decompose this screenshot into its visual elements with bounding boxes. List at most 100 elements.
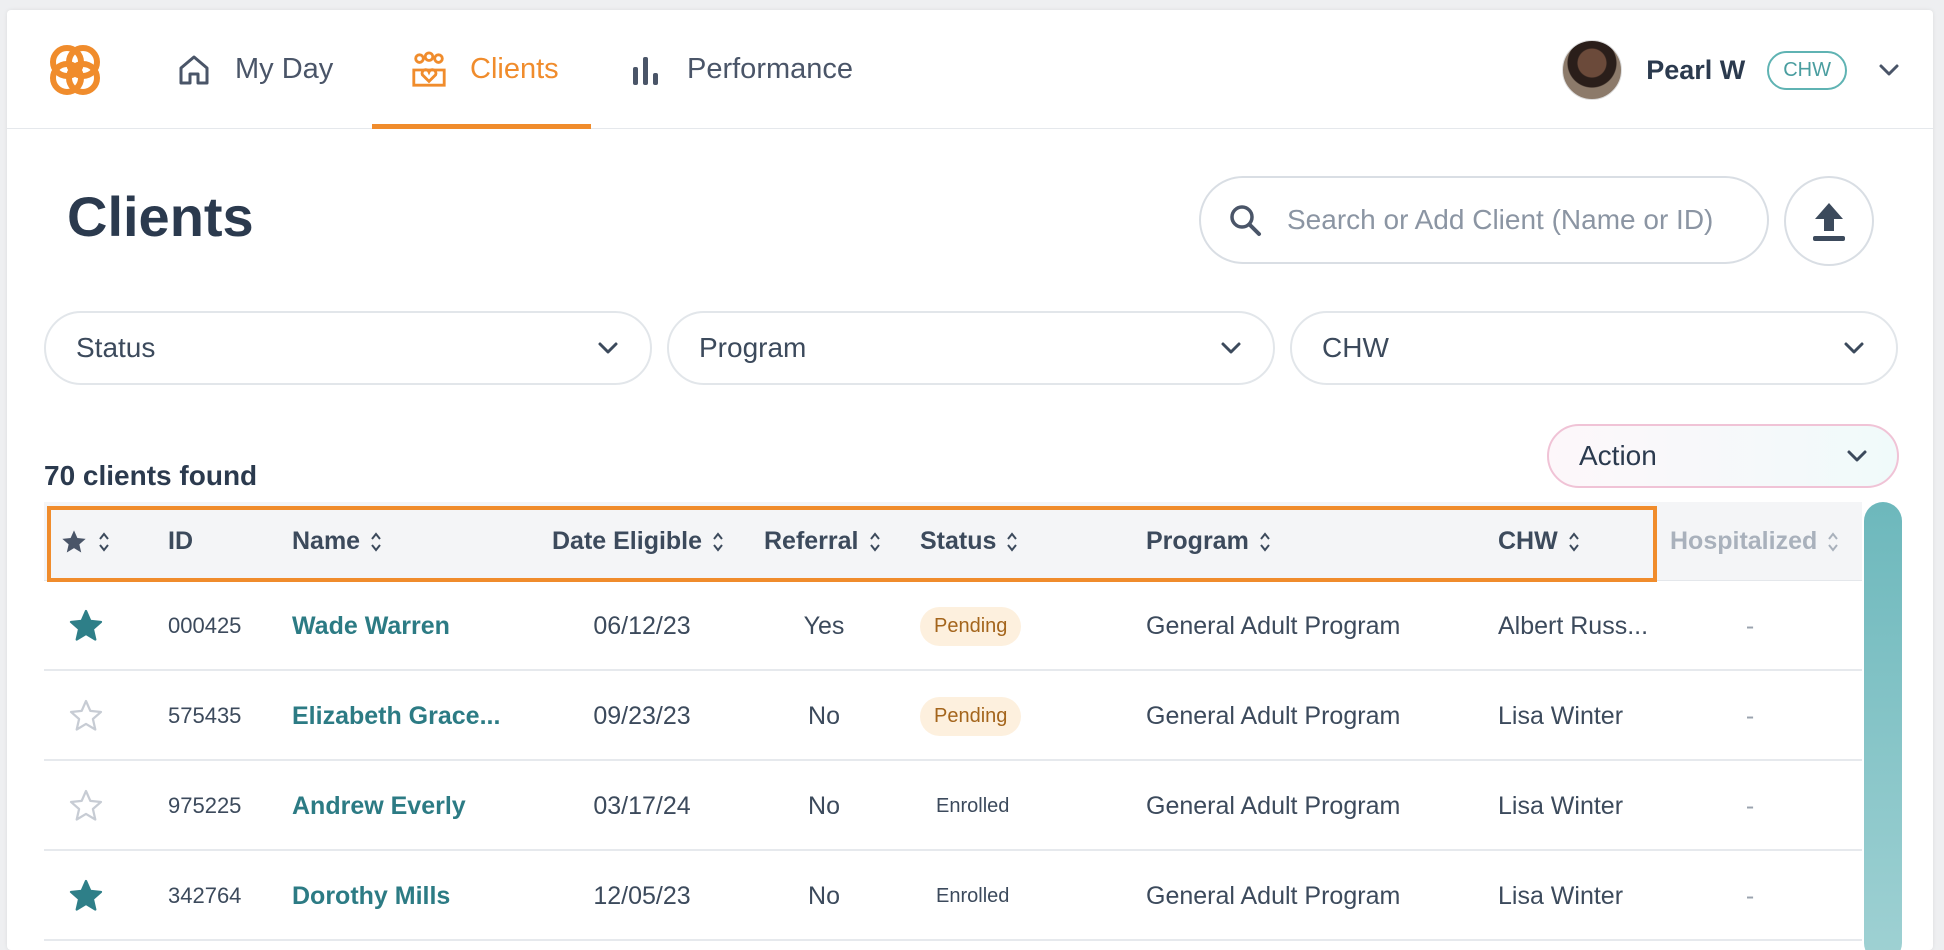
- client-name-link[interactable]: Andrew Everly: [292, 761, 466, 851]
- cell-referral: No: [808, 701, 840, 730]
- status-text: Enrolled: [936, 884, 1010, 907]
- cell-referral: Yes: [803, 611, 845, 640]
- chw-filter[interactable]: CHW: [1290, 311, 1898, 385]
- table-row[interactable]: 975225 Andrew Everly 03/17/24 No Enrolled Gen…: [44, 761, 1862, 851]
- sort-icon: [1568, 531, 1579, 552]
- avatar[interactable]: [1562, 40, 1623, 100]
- cell-chw: Lisa Winter: [1498, 701, 1624, 730]
- client-name-link[interactable]: Elizabeth Grace...: [292, 671, 500, 761]
- chw-filter-label: CHW: [1322, 332, 1389, 363]
- star-toggle[interactable]: [68, 581, 104, 671]
- table-header: ID Name Date Eligible Referral Status Pr…: [44, 502, 1862, 581]
- table-body: 000425 Wade Warren 06/12/23 Yes Pending Gener…: [44, 581, 1862, 941]
- cell-status: Enrolled: [920, 851, 1009, 941]
- home-icon: [175, 51, 213, 89]
- status-filter[interactable]: Status: [44, 311, 652, 385]
- clients-icon: [410, 50, 448, 89]
- sort-icon: [1828, 531, 1839, 552]
- header-name[interactable]: Name: [292, 502, 382, 581]
- table-row[interactable]: 575435 Elizabeth Grace... 09/23/23 No Pendin…: [44, 671, 1862, 761]
- header-referral[interactable]: Referral: [764, 502, 881, 581]
- header-chw[interactable]: CHW: [1498, 502, 1580, 581]
- sort-icon: [371, 531, 381, 552]
- cell-status: Pending: [920, 671, 1022, 761]
- star-toggle[interactable]: [68, 761, 104, 851]
- search-box[interactable]: [1199, 176, 1769, 264]
- header-date-eligible[interactable]: Date Eligible: [552, 502, 724, 581]
- nav-clients-label: Clients: [470, 53, 559, 85]
- upload-icon: [1813, 203, 1845, 241]
- header-id[interactable]: ID: [168, 502, 193, 581]
- app-logo-icon[interactable]: [45, 40, 105, 100]
- status-text: Enrolled: [936, 794, 1010, 817]
- chevron-down-icon: [1221, 342, 1241, 354]
- action-label: Action: [1579, 440, 1657, 471]
- program-filter[interactable]: Program: [667, 311, 1275, 385]
- search-icon: [1230, 205, 1261, 236]
- sort-icon: [1007, 531, 1018, 552]
- star-icon[interactable]: [68, 608, 104, 644]
- header-date-eligible-label: Date Eligible: [552, 527, 703, 555]
- star-toggle[interactable]: [68, 851, 104, 941]
- status-badge: Pending: [920, 696, 1022, 736]
- star-toggle[interactable]: [68, 671, 104, 761]
- client-name-link[interactable]: Wade Warren: [292, 581, 450, 671]
- nav-my-day-label: My Day: [235, 53, 334, 85]
- app-window: My Day Clients Performance Pearl W CHW C…: [7, 10, 1933, 950]
- table-row[interactable]: 342764 Dorothy Mills 12/05/23 No Enrolled Gen…: [44, 851, 1862, 941]
- page-title: Clients: [67, 185, 254, 248]
- cell-chw: Albert Russ...: [1498, 611, 1649, 640]
- chevron-down-icon: [1844, 342, 1864, 354]
- clients-table: ID Name Date Eligible Referral Status Pr…: [44, 502, 1862, 941]
- cell-date-eligible: 12/05/23: [593, 881, 691, 910]
- header-chw-label: CHW: [1498, 527, 1558, 555]
- header-program[interactable]: Program: [1146, 502, 1271, 581]
- star-icon[interactable]: [68, 788, 104, 824]
- status-badge: Pending: [920, 606, 1022, 646]
- status-filter-label: Status: [76, 332, 156, 363]
- chevron-down-icon[interactable]: [1877, 58, 1901, 82]
- user-menu[interactable]: Pearl W CHW: [1562, 40, 1901, 100]
- chevron-down-icon: [1847, 450, 1867, 462]
- sort-icon: [1260, 531, 1270, 552]
- bar-chart-icon: [627, 51, 665, 89]
- nav-performance-label: Performance: [687, 53, 854, 85]
- sort-icon[interactable]: [98, 531, 110, 553]
- program-filter-label: Program: [699, 332, 807, 363]
- cell-chw: Lisa Winter: [1498, 881, 1624, 910]
- top-nav: My Day Clients Performance Pearl W CHW: [7, 10, 1933, 129]
- upload-button[interactable]: [1784, 176, 1874, 266]
- client-name-link[interactable]: Dorothy Mills: [292, 851, 450, 941]
- nav-performance[interactable]: Performance: [627, 10, 853, 129]
- cell-program: General Adult Program: [1146, 701, 1401, 730]
- star-icon[interactable]: [68, 878, 104, 914]
- cell-program: General Adult Program: [1146, 881, 1401, 910]
- cell-chw: Lisa Winter: [1498, 791, 1624, 820]
- header-name-label: Name: [292, 527, 361, 555]
- header-star[interactable]: [60, 502, 110, 581]
- cell-status: Pending: [920, 581, 1022, 671]
- cell-date-eligible: 09/23/23: [593, 701, 691, 730]
- cell-status: Enrolled: [920, 761, 1009, 851]
- user-name: Pearl W: [1646, 54, 1746, 85]
- search-input[interactable]: [1287, 204, 1757, 236]
- header-hospitalized[interactable]: Hospitalized: [1670, 502, 1839, 581]
- header-status[interactable]: Status: [920, 502, 1018, 581]
- table-row[interactable]: 000425 Wade Warren 06/12/23 Yes Pending Gener…: [44, 581, 1862, 671]
- header-hospitalized-label: Hospitalized: [1670, 527, 1818, 555]
- header-id-label: ID: [168, 527, 193, 555]
- sort-icon: [869, 531, 880, 552]
- results-count: 70 clients found: [44, 460, 258, 491]
- header-program-label: Program: [1146, 527, 1249, 555]
- cell-referral: No: [808, 791, 840, 820]
- nav-clients[interactable]: Clients: [372, 10, 591, 129]
- scrollbar[interactable]: [1864, 502, 1902, 950]
- star-icon[interactable]: [68, 698, 104, 734]
- nav-my-day[interactable]: My Day: [175, 10, 333, 129]
- cell-id: 000425: [168, 613, 242, 638]
- sort-icon: [713, 531, 723, 552]
- cell-hospitalized: -: [1745, 611, 1755, 640]
- cell-id: 975225: [168, 793, 242, 818]
- action-dropdown[interactable]: Action: [1547, 424, 1899, 488]
- header-status-label: Status: [920, 527, 997, 555]
